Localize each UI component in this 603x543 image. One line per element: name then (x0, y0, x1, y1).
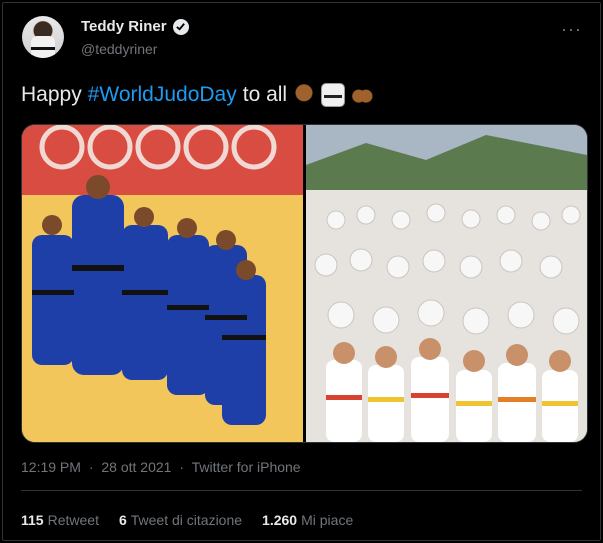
retweets-count: 115 (21, 512, 44, 528)
judo-kids-illustration (306, 125, 587, 442)
retweets-stat[interactable]: 115 Retweet (21, 512, 99, 528)
martial-arts-uniform-emoji-icon (321, 83, 346, 107)
tweet-time[interactable]: 12:19 PM (21, 459, 81, 475)
author-name[interactable]: Teddy Riner (81, 18, 167, 35)
media-photo-judo-kids[interactable] (306, 125, 587, 442)
author-name-row: Teddy Riner (81, 18, 189, 35)
tweet-media (21, 124, 588, 443)
author-avatar[interactable] (22, 16, 64, 58)
likes-count: 1.260 (262, 512, 298, 528)
meta-separator: · (179, 459, 185, 475)
tweet-text: Happy #WorldJudoDay to all (21, 83, 374, 107)
hashtag-link[interactable]: #WorldJudoDay (88, 83, 237, 107)
tweet-source[interactable]: Twitter for iPhone (192, 459, 301, 475)
media-photo-judo-team[interactable] (22, 125, 303, 442)
meta-separator: · (88, 459, 94, 475)
quotes-label: Tweet di citazione (130, 512, 243, 528)
tweet-text-before: Happy (21, 83, 82, 106)
quotes-count: 6 (118, 512, 127, 528)
likes-stat[interactable]: 1.260 Mi piace (262, 512, 353, 528)
verified-badge-icon (172, 18, 189, 35)
folded-hands-emoji-icon (293, 84, 316, 106)
author-handle[interactable]: @teddyriner (81, 41, 157, 57)
likes-label: Mi piace (301, 512, 354, 528)
more-options-icon[interactable]: ··· (561, 19, 582, 40)
avatar-belt-shape (31, 47, 55, 50)
raising-hands-emoji-icon (351, 84, 374, 106)
quotes-stat[interactable]: 6 Tweet di citazione (119, 512, 242, 528)
tweet-card: Teddy Riner @teddyriner ··· Happy #World… (2, 2, 601, 541)
divider (21, 490, 582, 491)
retweets-label: Retweet (47, 512, 99, 528)
tweet-date[interactable]: 28 ott 2021 (101, 459, 171, 475)
tweet-stats: 115 Retweet 6 Tweet di citazione 1.260 Mi p… (21, 512, 353, 528)
tweet-metadata: 12:19 PM · 28 ott 2021 · Twitter for iPh… (21, 459, 301, 475)
judo-team-illustration (22, 125, 303, 442)
tweet-text-after: to all (242, 83, 288, 106)
